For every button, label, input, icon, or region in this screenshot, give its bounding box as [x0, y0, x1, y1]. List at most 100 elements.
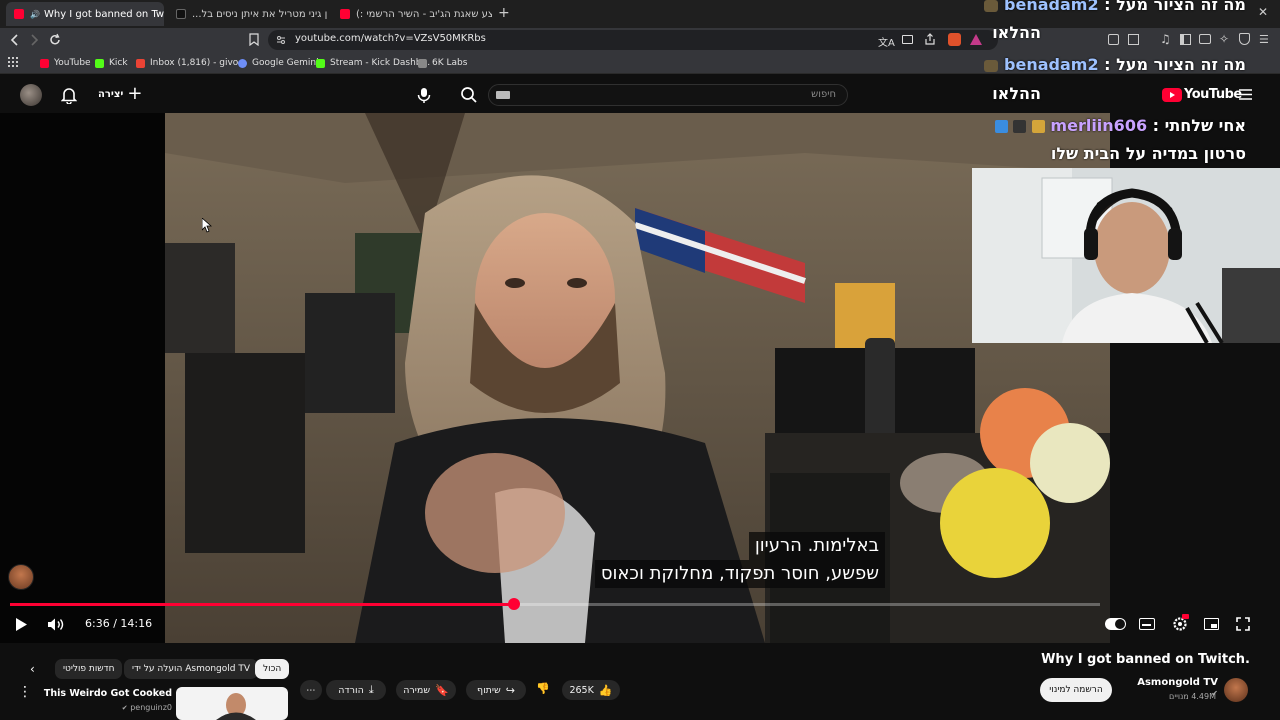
tiktok-favicon-icon: [176, 9, 186, 19]
bookmark-youtube[interactable]: YouTube: [40, 56, 91, 70]
video-title: Why I got banned on Twitch.: [1041, 652, 1250, 667]
webcam-illustration: [972, 168, 1280, 343]
share-page-icon[interactable]: [924, 33, 936, 45]
youtube-logo-text[interactable]: YouTube: [1184, 87, 1242, 102]
brave-shield-icon[interactable]: [948, 33, 961, 46]
share-label: שיתוף: [477, 684, 501, 696]
like-dislike-group: 265K 👍: [562, 680, 620, 700]
chip-all[interactable]: הכול: [255, 659, 290, 679]
related-video-title[interactable]: This Weirdo Got Cooked: [40, 688, 172, 699]
progress-scrubber[interactable]: [507, 598, 520, 610]
chip-uploaded-by[interactable]: Asmongold TV הועלה על ידי: [124, 659, 259, 679]
related-video-thumbnail[interactable]: [176, 687, 288, 720]
speaker-icon: 🔊: [30, 9, 40, 19]
chat-message: מה זה הציור מעל : benadam2: [984, 55, 1246, 74]
save-button[interactable]: שמירה 🔖: [396, 680, 456, 700]
hd-badge: [1182, 614, 1189, 619]
like-count[interactable]: 265K: [569, 685, 593, 696]
ai-sparkle-icon[interactable]: ✧: [1219, 32, 1229, 46]
youtube-logo-icon[interactable]: [1162, 88, 1182, 102]
back-icon[interactable]: [9, 33, 21, 47]
autoplay-toggle[interactable]: [1105, 618, 1126, 630]
hamburger-menu-icon[interactable]: [1239, 89, 1252, 100]
account-avatar[interactable]: [20, 84, 42, 106]
bookmark-kick[interactable]: Kick: [95, 56, 128, 70]
fullscreen-icon[interactable]: [1236, 617, 1250, 631]
subtitles-cc-icon[interactable]: [1139, 618, 1155, 630]
wallet-icon[interactable]: [1199, 34, 1211, 44]
gmail-favicon-icon: [136, 58, 145, 68]
channel-avatar[interactable]: [1224, 678, 1248, 702]
browser-tab[interactable]: (25)רון גיני מטריל את איתן ניסים בל...: [168, 2, 328, 26]
thumbs-down-icon[interactable]: 👎: [536, 682, 550, 695]
download-icon: ⤓: [368, 683, 374, 696]
download-button[interactable]: הורדה ⤓: [326, 680, 386, 700]
youtube-favicon-icon: [340, 9, 350, 19]
bookmark-gemini[interactable]: Google Gemini: [238, 56, 319, 70]
browser-tab-active[interactable]: 🔊 Why I got banned on Twitch. ✕: [6, 2, 164, 26]
folder-icon: [418, 58, 427, 68]
apps-grid-icon[interactable]: [8, 57, 18, 67]
volume-icon[interactable]: [47, 617, 65, 632]
tab-title: מבצע שאגת הג'יב - השיר הרשמי :): [356, 8, 492, 20]
bookmark-star-icon[interactable]: [249, 33, 259, 46]
notifications-bell-icon[interactable]: [61, 86, 77, 104]
miniplayer-icon[interactable]: [1204, 618, 1219, 630]
mouse-cursor-icon: [202, 218, 212, 233]
create-button[interactable]: יצירה +: [98, 83, 143, 104]
site-info-icon[interactable]: [276, 35, 286, 45]
chat-message: מה זה הציור מעל : benadam2: [984, 0, 1246, 14]
chat-badge-icon: [1013, 120, 1027, 133]
search-placeholder: חיפוש: [811, 89, 836, 100]
bookmark-6k-labs[interactable]: 6K Labs: [418, 56, 467, 70]
chips-scroll-left-icon[interactable]: ‹: [30, 662, 35, 676]
kick-favicon-icon: [95, 58, 104, 68]
extensions-icon[interactable]: [1108, 34, 1119, 45]
create-label: יצירה: [98, 88, 124, 100]
chat-message-continuation: ההלאו: [992, 84, 1041, 103]
sidebar-toggle-icon[interactable]: [1180, 34, 1191, 45]
autoplay-knob: [1115, 619, 1125, 629]
subtitles: באלימות. הרעיון שפשע, חוסר תפקוד, מחלוקת…: [555, 532, 885, 588]
subtitle-line: שפשע, חוסר תפקוד, מחלוקת וכאוס: [594, 560, 885, 588]
search-icon[interactable]: [460, 86, 478, 104]
plus-icon: +: [127, 83, 143, 104]
channel-watermark-avatar[interactable]: [8, 564, 34, 590]
share-button[interactable]: שיתוף ↪: [466, 680, 526, 700]
related-more-icon[interactable]: ⋮: [18, 684, 32, 700]
voice-search-icon[interactable]: [414, 85, 434, 105]
bookmark-kick-dashboard[interactable]: Stream - Kick Dashb...: [316, 56, 430, 70]
music-icon[interactable]: ♫: [1160, 32, 1171, 46]
chip-news[interactable]: חדשות פוליטי: [55, 659, 123, 679]
subscribe-button[interactable]: הרשמה למינוי: [1040, 678, 1112, 702]
cast-icon[interactable]: [902, 35, 913, 44]
menu-icon[interactable]: ☰: [1259, 33, 1269, 46]
chat-badge-icon: [994, 120, 1008, 133]
translate-icon[interactable]: 文A: [878, 34, 895, 49]
download-label: הורדה: [338, 684, 364, 696]
streamer-webcam: [972, 168, 1280, 343]
time-display: 6:36 / 14:16: [85, 617, 153, 630]
play-icon[interactable]: [14, 617, 28, 632]
chat-badge-icon: [1031, 120, 1045, 133]
gemini-favicon-icon: [238, 58, 247, 68]
keyboard-icon[interactable]: [496, 91, 510, 99]
brave-rewards-icon[interactable]: [970, 34, 982, 45]
chat-message: אחי שלחתי : merliin606: [994, 116, 1246, 135]
reload-icon[interactable]: [48, 33, 62, 47]
screenshot-icon[interactable]: [1128, 34, 1139, 45]
url-text[interactable]: youtube.com/watch?v=VZsV50MKRbs: [295, 33, 486, 44]
chat-message-continuation: סרטון במדיה על הבית שלו: [1050, 144, 1246, 163]
save-label: שמירה: [403, 684, 431, 696]
more-actions-icon[interactable]: ⋯: [300, 680, 322, 700]
forward-icon[interactable]: [28, 33, 40, 47]
browser-tab[interactable]: מבצע שאגת הג'יב - השיר הרשמי :): [332, 2, 492, 26]
new-tab-button[interactable]: +: [498, 5, 510, 21]
chat-message-continuation: ההלאו: [992, 23, 1041, 42]
bookmark-gmail[interactable]: Inbox (1,816) - givo...: [136, 56, 247, 70]
window-close-icon[interactable]: ✕: [1258, 5, 1268, 19]
vpn-shield-icon[interactable]: [1239, 33, 1250, 45]
youtube-favicon-icon: [14, 9, 24, 19]
subtitle-line: באלימות. הרעיון: [748, 532, 885, 560]
thumbs-up-icon[interactable]: 👍: [599, 684, 613, 697]
